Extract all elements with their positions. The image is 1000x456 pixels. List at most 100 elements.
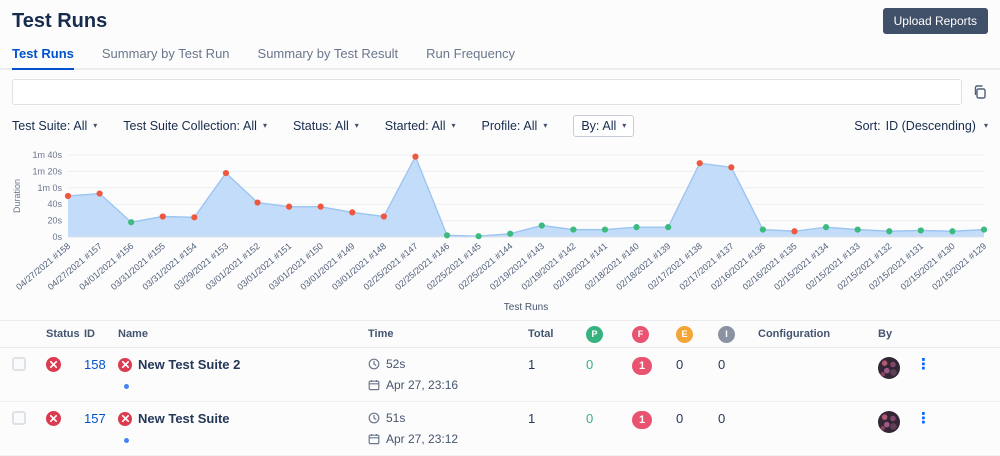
row-select-checkbox[interactable] [12,411,26,425]
svg-text:02/25/2021 #144: 02/25/2021 #144 [456,241,514,292]
filter-value: All [432,119,446,133]
svg-text:02/17/2021 #137: 02/17/2021 #137 [677,241,735,292]
svg-text:03/01/2021 #149: 03/01/2021 #149 [298,241,356,292]
chevron-down-icon: ▾ [622,122,626,130]
sort-label: Sort: [854,119,880,133]
failed-count-badge: 1 [632,357,652,375]
header-configuration: Configuration [758,328,878,340]
filter-label: Status: [293,119,332,133]
svg-text:02/16/2021 #136: 02/16/2021 #136 [709,241,767,292]
total-count: 1 [528,411,586,426]
overflow-menu-icon[interactable]: ⋮ [916,357,931,372]
svg-text:03/01/2021 #152: 03/01/2021 #152 [204,241,262,292]
page-title: Test Runs [12,10,107,33]
sort-dropdown[interactable]: Sort: ID (Descending) ▾ [854,119,988,133]
svg-text:03/31/2021 #155: 03/31/2021 #155 [109,241,167,292]
clock-icon [368,412,380,424]
filter-test-suite[interactable]: Test Suite:All▾ [12,119,97,133]
failed-count-badge: 1 [632,411,652,429]
svg-text:02/18/2021 #141: 02/18/2021 #141 [551,241,609,292]
filter-label: By: [581,119,599,133]
filter-by[interactable]: By:All ▾ [573,115,634,137]
search-input[interactable] [12,79,962,105]
filter-value: All [73,119,87,133]
svg-text:03/01/2021 #151: 03/01/2021 #151 [235,241,293,292]
svg-text:02/19/2021 #143: 02/19/2021 #143 [488,241,546,292]
svg-text:Duration: Duration [12,179,22,213]
filter-test-suite-collection[interactable]: Test Suite Collection:All▾ [123,119,267,133]
run-duration: 52s [386,357,405,371]
error-count: 0 [676,411,718,426]
header-id: ID [84,328,118,340]
filter-profile[interactable]: Profile:All▾ [482,119,548,133]
table-body: 158New Test Suite 252sApr 27, 23:1610100… [0,348,1000,456]
upload-reports-button[interactable]: Upload Reports [883,8,988,34]
table-row: 157New Test Suite51sApr 27, 23:1210100⋮ [0,402,1000,456]
header-status: Status [46,328,84,340]
svg-text:02/25/2021 #145: 02/25/2021 #145 [425,241,483,292]
filter-label: Started: [385,119,429,133]
row-select-checkbox[interactable] [12,357,26,371]
svg-text:1m 0s: 1m 0s [37,183,62,193]
svg-text:02/18/2021 #140: 02/18/2021 #140 [583,241,641,292]
filters: Test Suite:All▾Test Suite Collection:All… [12,115,854,137]
svg-text:02/19/2021 #142: 02/19/2021 #142 [519,241,577,292]
svg-text:02/17/2021 #138: 02/17/2021 #138 [646,241,704,292]
user-avatar[interactable] [878,357,900,379]
header-error-badge: E [676,326,693,343]
user-avatar[interactable] [878,411,900,433]
tab-run-frequency[interactable]: Run Frequency [426,40,515,68]
overflow-menu-icon[interactable]: ⋮ [916,411,931,426]
run-name-link[interactable]: New Test Suite [138,411,230,426]
status-failed-icon [46,411,61,426]
svg-text:02/25/2021 #147: 02/25/2021 #147 [362,241,420,292]
svg-text:03/29/2021 #153: 03/29/2021 #153 [172,241,230,292]
filter-label: Test Suite Collection: [123,119,240,133]
svg-text:1m 40s: 1m 40s [32,150,62,160]
run-date: Apr 27, 23:16 [386,378,458,392]
header-inconclusive-badge: I [718,326,735,343]
header-time: Time [368,328,528,340]
inconclusive-count: 0 [718,411,758,426]
header-failed-badge: F [632,326,649,343]
svg-text:02/15/2021 #131: 02/15/2021 #131 [867,241,925,292]
svg-text:03/01/2021 #150: 03/01/2021 #150 [267,241,325,292]
svg-text:02/18/2021 #139: 02/18/2021 #139 [614,241,672,292]
run-id-link[interactable]: 158 [84,357,106,372]
chevron-down-icon: ▾ [451,122,455,130]
inconclusive-count: 0 [718,357,758,372]
chevron-down-icon: ▾ [355,122,359,130]
svg-text:40s: 40s [47,199,62,209]
clock-icon [368,358,380,370]
filter-status[interactable]: Status:All▾ [293,119,359,133]
calendar-icon [368,433,380,445]
copy-icon[interactable] [972,84,988,100]
result-failed-icon [118,412,132,426]
svg-text:02/15/2021 #132: 02/15/2021 #132 [835,241,893,292]
duration-chart: 0s20s40s1m 0s1m 20s1m 40sDuration04/27/2… [8,143,992,320]
chevron-down-icon: ▾ [984,122,988,130]
svg-text:02/16/2021 #135: 02/16/2021 #135 [741,241,799,292]
tab-summary-by-test-run[interactable]: Summary by Test Run [102,40,230,68]
svg-text:03/31/2021 #154: 03/31/2021 #154 [140,241,198,292]
header-total: Total [528,328,586,340]
status-failed-icon [46,357,61,372]
filter-started[interactable]: Started:All ▾ [385,119,456,133]
search-row [0,70,1000,107]
header-passed-badge: P [586,326,603,343]
filter-value: All [602,119,616,133]
run-name-link[interactable]: New Test Suite 2 [138,357,240,372]
table-row: 158New Test Suite 252sApr 27, 23:1610100… [0,348,1000,402]
run-id-link[interactable]: 157 [84,411,106,426]
run-date: Apr 27, 23:12 [386,432,458,446]
passed-count: 0 [586,357,632,372]
tab-summary-by-test-result[interactable]: Summary by Test Result [258,40,399,68]
svg-text:02/15/2021 #133: 02/15/2021 #133 [804,241,862,292]
duration-chart-svg: 0s20s40s1m 0s1m 20s1m 40sDuration04/27/2… [8,143,992,315]
svg-text:Test Runs: Test Runs [504,302,548,313]
svg-text:04/01/2021 #156: 04/01/2021 #156 [77,241,135,292]
table-header: Status ID Name Time Total P F E I Config… [0,320,1000,348]
svg-text:02/15/2021 #134: 02/15/2021 #134 [772,241,830,292]
svg-text:03/01/2021 #148: 03/01/2021 #148 [330,241,388,292]
tab-test-runs[interactable]: Test Runs [12,40,74,70]
